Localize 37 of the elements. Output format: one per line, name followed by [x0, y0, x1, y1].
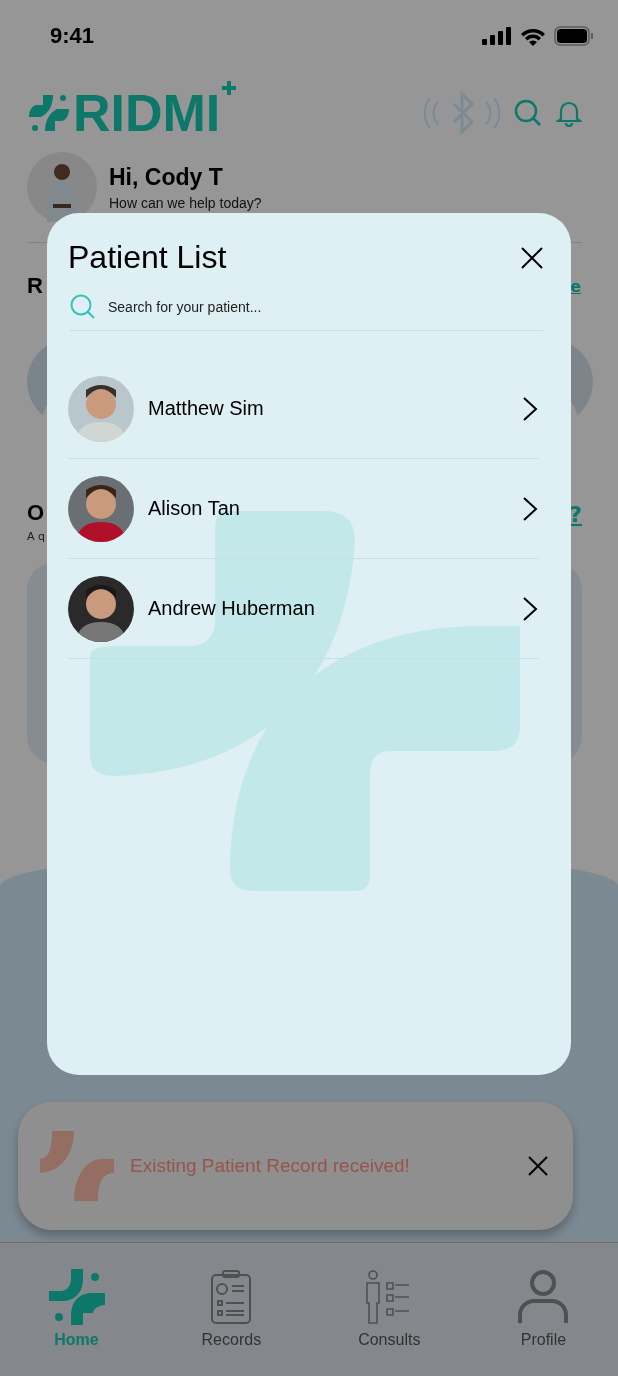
section-heading: R [27, 273, 43, 299]
greeting-subtitle: How can we help today? [109, 194, 262, 211]
bell-icon[interactable] [556, 99, 582, 127]
patient-name: Alison Tan [148, 497, 241, 520]
chevron-right-icon [522, 495, 538, 522]
close-icon[interactable] [521, 246, 543, 269]
nav-tab[interactable]: Records [201, 1269, 262, 1349]
profile-icon [517, 1269, 570, 1325]
nav-tab[interactable]: Consults [358, 1269, 421, 1349]
dialog-title: Patient List [68, 239, 227, 276]
nav-tab[interactable]: Profile [517, 1269, 570, 1349]
patient-row[interactable]: Matthew Sim [68, 359, 538, 459]
section-heading: O [27, 500, 45, 526]
search-field[interactable]: Search for your patient... [106, 298, 543, 316]
patient-row[interactable]: Andrew Huberman [68, 559, 538, 659]
close-icon[interactable] [527, 1155, 549, 1177]
wifi-icon [520, 26, 546, 46]
plus-icon [222, 81, 237, 95]
bluetooth-icon[interactable] [424, 90, 500, 136]
search-icon[interactable] [514, 99, 542, 127]
signal-icon [482, 27, 512, 45]
patient-row[interactable]: Alison Tan [68, 459, 538, 559]
chevron-right-icon [522, 595, 538, 622]
status-time: 9:41 [50, 23, 95, 49]
see-more-link[interactable]: e [570, 276, 581, 296]
help-link[interactable]: ? [569, 502, 582, 527]
logo-text: RIDMI [73, 87, 221, 139]
greeting-title: Hi, Cody T [109, 163, 224, 191]
toast-message: Existing Patient Record received! [130, 1155, 411, 1177]
cross-icon [48, 1269, 105, 1325]
search-icon [70, 294, 96, 320]
patient-name: Matthew Sim [148, 397, 265, 420]
chevron-right-icon [522, 395, 538, 422]
cross-logo-icon [38, 1131, 116, 1201]
patient-name: Andrew Huberman [148, 597, 316, 620]
clipboard-icon [210, 1269, 253, 1325]
section-subtitle: A q [27, 530, 45, 543]
